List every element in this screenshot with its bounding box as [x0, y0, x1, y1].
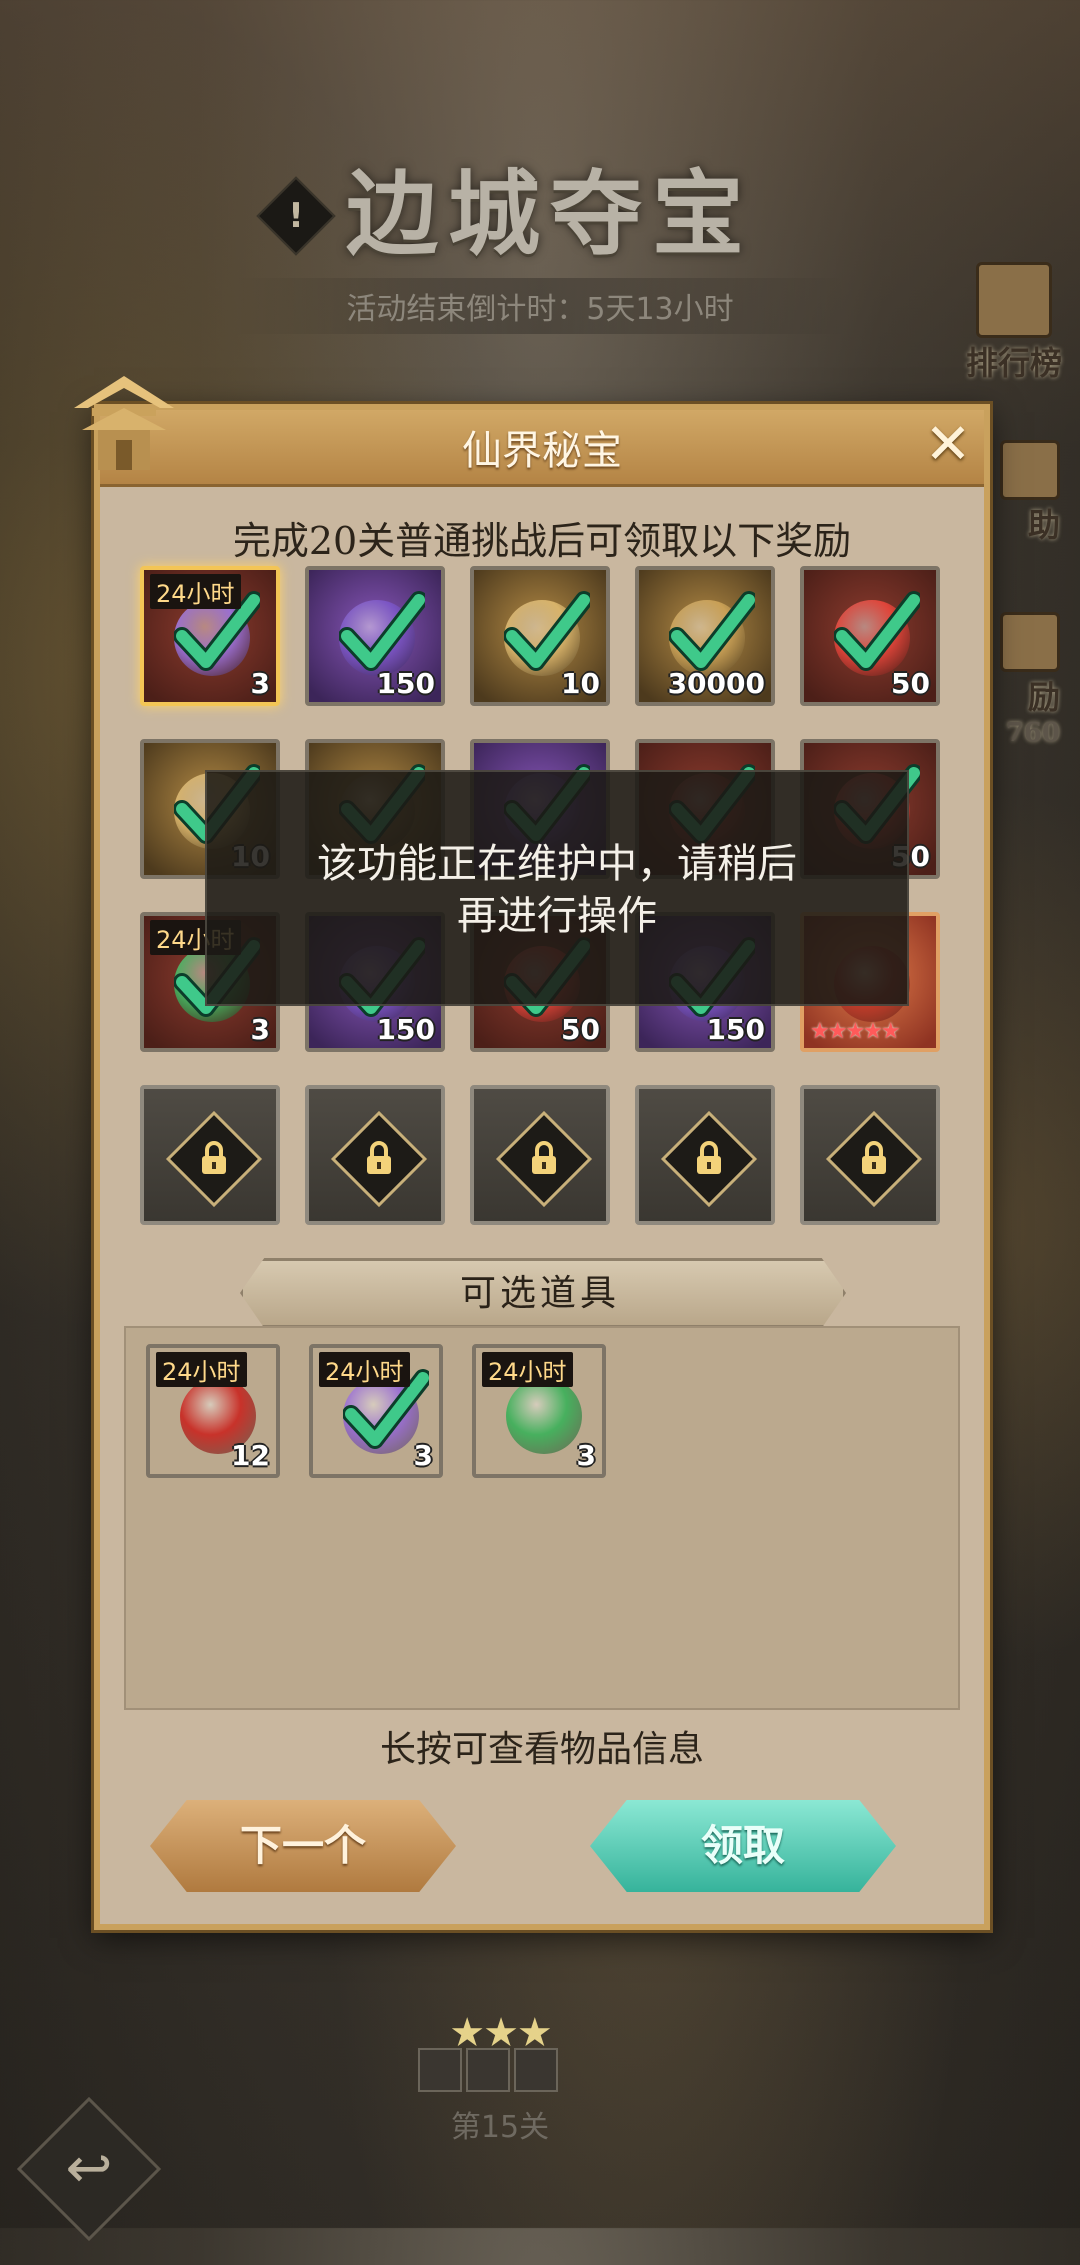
reward-item[interactable]: 30000 [635, 566, 775, 706]
lock-icon [660, 1110, 758, 1208]
lock-icon [825, 1110, 923, 1208]
time-limit-badge: 24小时 [319, 1352, 410, 1387]
dialog-subtitle: 完成20关普通挑战后可领取以下奖励 [232, 519, 852, 563]
item-quantity: 10 [561, 667, 600, 700]
locked-reward-slot[interactable] [800, 1085, 940, 1225]
optional-items-panel: 24小时 12 24小时 3 24小时 3 [124, 1326, 960, 1710]
reward-item[interactable]: 24小时 12 [146, 1344, 280, 1478]
time-limit-badge: 24小时 [482, 1352, 573, 1387]
reward-item[interactable]: 24小时 3 [140, 566, 280, 706]
reward-row [140, 1085, 960, 1258]
jade-chest-icon [506, 1378, 582, 1454]
treasure-dialog: 仙界秘宝 ✕ 完成20关普通挑战后可领取以下奖励 24小时 3 150 10 30000… [94, 404, 990, 1930]
reward-item[interactable]: 24小时 3 [309, 1344, 443, 1478]
item-quantity: 3 [576, 1439, 596, 1472]
time-limit-badge: 24小时 [156, 1352, 247, 1387]
reward-item[interactable]: 150 [305, 566, 445, 706]
reward-item[interactable]: 24小时 3 [472, 1344, 606, 1478]
item-quantity: 3 [413, 1439, 433, 1472]
locked-reward-slot[interactable] [470, 1085, 610, 1225]
stage-reward-icons [418, 2048, 562, 2096]
close-icon: ✕ [924, 412, 972, 477]
event-countdown: 活动结束倒计时：5天13小时 [230, 278, 850, 334]
close-button[interactable]: ✕ [918, 416, 978, 476]
maintenance-toast: 该功能正在维护中，请稍后 再进行操作 [205, 770, 909, 1006]
ranking-icon [975, 262, 1052, 338]
dialog-title: 仙界秘宝 [462, 428, 622, 474]
reward-button[interactable]: 励 760 [1000, 612, 1060, 748]
lock-icon [165, 1110, 263, 1208]
toast-message: 该功能正在维护中，请稍后 再进行操作 [317, 841, 797, 939]
mini-reward-icon [418, 2048, 462, 2092]
reward-icon [1000, 612, 1060, 672]
item-quantity: 150 [706, 1013, 765, 1046]
locked-reward-slot[interactable] [635, 1085, 775, 1225]
claimed-check-icon [504, 591, 590, 671]
lock-icon [330, 1110, 428, 1208]
item-quantity: 50 [891, 667, 930, 700]
claimed-check-icon [834, 591, 920, 671]
reward-item[interactable]: 10 [470, 566, 610, 706]
back-arrow-icon: ↩ [65, 2136, 113, 2201]
ranking-button[interactable]: 排行榜 [966, 262, 1062, 384]
claimed-check-icon [339, 591, 425, 671]
rarity-stars: ★★★★★ [810, 1019, 901, 1044]
claim-button[interactable]: 领取 [590, 1800, 896, 1892]
mini-reward-icon [466, 2048, 510, 2092]
item-quantity: 30000 [667, 667, 765, 700]
optional-items-label: 可选道具 [459, 1273, 620, 1314]
locked-reward-slot[interactable] [305, 1085, 445, 1225]
item-quantity: 3 [250, 1013, 270, 1046]
reward-item[interactable]: 50 [800, 566, 940, 706]
item-quantity: 3 [250, 667, 270, 700]
pavilion-decoration-icon [74, 376, 174, 470]
assist-button[interactable]: 助 [1000, 440, 1060, 546]
dialog-header: 仙界秘宝 ✕ [100, 410, 984, 487]
reward-row: 24小时 3 150 10 30000 50 [140, 566, 960, 739]
long-press-hint: 长按可查看物品信息 [379, 1729, 704, 1770]
time-limit-badge: 24小时 [150, 574, 241, 609]
item-quantity: 150 [376, 667, 435, 700]
item-quantity: 12 [231, 1439, 270, 1472]
event-title-container: 边城夺宝 [250, 140, 850, 273]
lock-icon [495, 1110, 593, 1208]
event-title: 边城夺宝 [345, 160, 754, 268]
mini-reward-icon [514, 2048, 558, 2092]
item-quantity: 50 [561, 1013, 600, 1046]
next-button[interactable]: 下一个 [150, 1800, 456, 1892]
claimed-check-icon [669, 591, 755, 671]
locked-reward-slot[interactable] [140, 1085, 280, 1225]
assist-icon [1000, 440, 1060, 500]
stage-label: 第15关 [450, 2110, 550, 2145]
item-quantity: 150 [376, 1013, 435, 1046]
